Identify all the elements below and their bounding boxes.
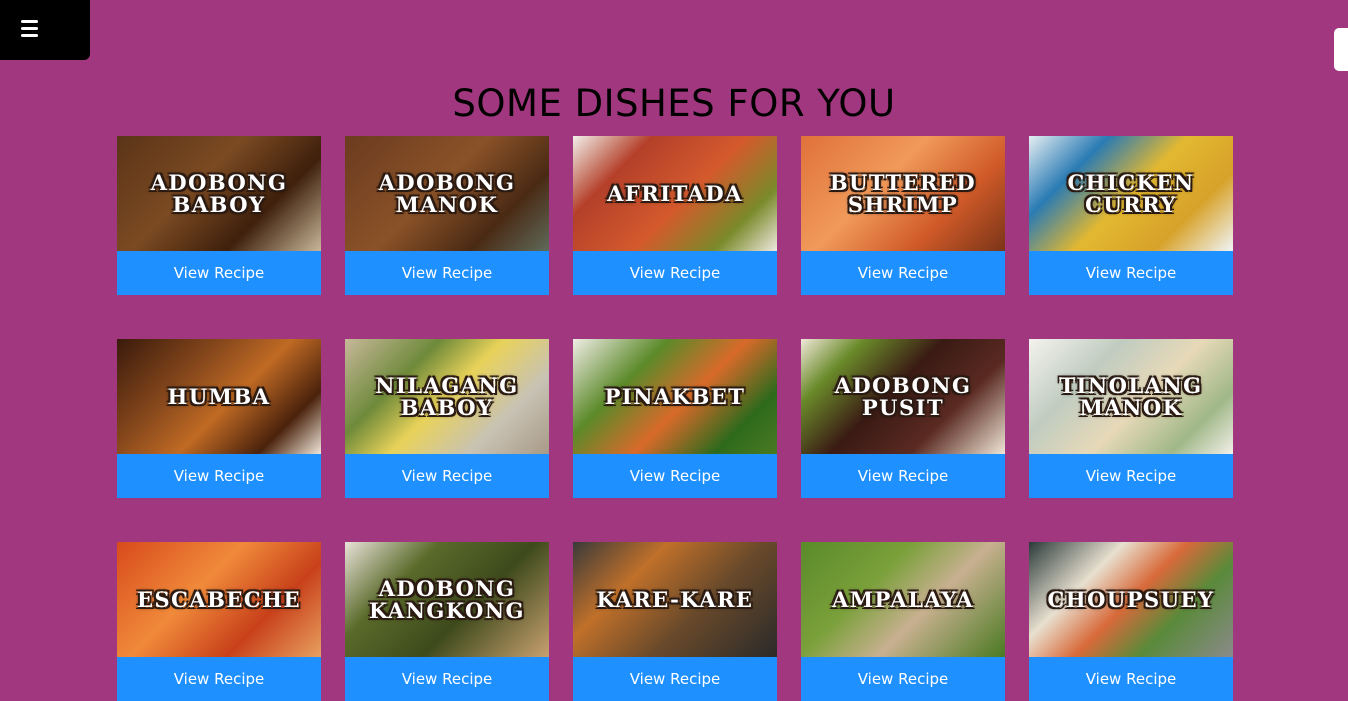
dish-card: TINOLANG MANOK View Recipe <box>1029 339 1233 498</box>
dish-card: KARE-KARE View Recipe <box>573 542 777 701</box>
dish-card: ESCABECHE View Recipe <box>117 542 321 701</box>
dish-name: AFRITADA <box>607 180 743 206</box>
dish-image[interactable]: CHICKEN CURRY <box>1029 136 1233 251</box>
dish-image[interactable]: ADOBONG MANOK <box>345 136 549 251</box>
dish-name: TINOLANG MANOK <box>1059 372 1203 420</box>
view-recipe-button[interactable]: View Recipe <box>345 657 549 701</box>
dish-name: KARE-KARE <box>596 586 754 612</box>
view-recipe-button[interactable]: View Recipe <box>345 251 549 295</box>
dish-image[interactable]: CHOUPSUEY <box>1029 542 1233 657</box>
dish-name: ADOBONG PUSIT <box>834 372 972 420</box>
dish-image[interactable]: TINOLANG MANOK <box>1029 339 1233 454</box>
dish-name: ADOBONG BABOY <box>150 169 288 217</box>
view-recipe-button[interactable]: View Recipe <box>117 657 321 701</box>
dish-name: AMPALAYA <box>831 586 975 612</box>
dish-image[interactable]: HUMBA <box>117 339 321 454</box>
menu-button[interactable] <box>0 0 90 60</box>
dish-card: AMPALAYA View Recipe <box>801 542 1005 701</box>
dish-image[interactable]: KARE-KARE <box>573 542 777 657</box>
view-recipe-button[interactable]: View Recipe <box>1029 251 1233 295</box>
dish-name: PINAKBET <box>604 383 746 409</box>
dish-name: NILAGANG BABOY <box>375 372 519 420</box>
dish-image[interactable]: ADOBONG PUSIT <box>801 339 1005 454</box>
dish-image[interactable]: AFRITADA <box>573 136 777 251</box>
view-recipe-button[interactable]: View Recipe <box>801 454 1005 498</box>
dish-name: ADOBONG MANOK <box>378 169 516 217</box>
dish-image[interactable]: ESCABECHE <box>117 542 321 657</box>
view-recipe-button[interactable]: View Recipe <box>117 454 321 498</box>
dish-image[interactable]: NILAGANG BABOY <box>345 339 549 454</box>
dish-card: ADOBONG BABOY View Recipe <box>117 136 321 295</box>
dish-card: BUTTERED SHRIMP View Recipe <box>801 136 1005 295</box>
dish-name: HUMBA <box>167 383 271 409</box>
view-recipe-button[interactable]: View Recipe <box>801 657 1005 701</box>
dish-image[interactable]: BUTTERED SHRIMP <box>801 136 1005 251</box>
dish-image[interactable]: PINAKBET <box>573 339 777 454</box>
view-recipe-button[interactable]: View Recipe <box>1029 454 1233 498</box>
dish-name: CHICKEN CURRY <box>1067 169 1195 217</box>
dish-name: BUTTERED SHRIMP <box>829 169 977 217</box>
view-recipe-button[interactable]: View Recipe <box>573 251 777 295</box>
dish-card: ADOBONG PUSIT View Recipe <box>801 339 1005 498</box>
dish-name: CHOUPSUEY <box>1047 586 1215 612</box>
view-recipe-button[interactable]: View Recipe <box>573 657 777 701</box>
view-recipe-button[interactable]: View Recipe <box>345 454 549 498</box>
dish-name: ESCABECHE <box>137 586 301 612</box>
dish-name: ADOBONG KANGKONG <box>369 575 525 623</box>
view-recipe-button[interactable]: View Recipe <box>801 251 1005 295</box>
dish-image[interactable]: AMPALAYA <box>801 542 1005 657</box>
dish-image[interactable]: ADOBONG BABOY <box>117 136 321 251</box>
dish-card: CHOUPSUEY View Recipe <box>1029 542 1233 701</box>
view-recipe-button[interactable]: View Recipe <box>117 251 321 295</box>
dish-card: ADOBONG KANGKONG View Recipe <box>345 542 549 701</box>
dish-card: AFRITADA View Recipe <box>573 136 777 295</box>
side-tab[interactable] <box>1334 28 1348 71</box>
dish-card: NILAGANG BABOY View Recipe <box>345 339 549 498</box>
hamburger-icon <box>21 20 38 38</box>
page-title: SOME DISHES FOR YOU <box>452 82 896 125</box>
dish-image[interactable]: ADOBONG KANGKONG <box>345 542 549 657</box>
dish-card: ADOBONG MANOK View Recipe <box>345 136 549 295</box>
view-recipe-button[interactable]: View Recipe <box>573 454 777 498</box>
dish-card: PINAKBET View Recipe <box>573 339 777 498</box>
dish-card: CHICKEN CURRY View Recipe <box>1029 136 1233 295</box>
dish-card: HUMBA View Recipe <box>117 339 321 498</box>
view-recipe-button[interactable]: View Recipe <box>1029 657 1233 701</box>
